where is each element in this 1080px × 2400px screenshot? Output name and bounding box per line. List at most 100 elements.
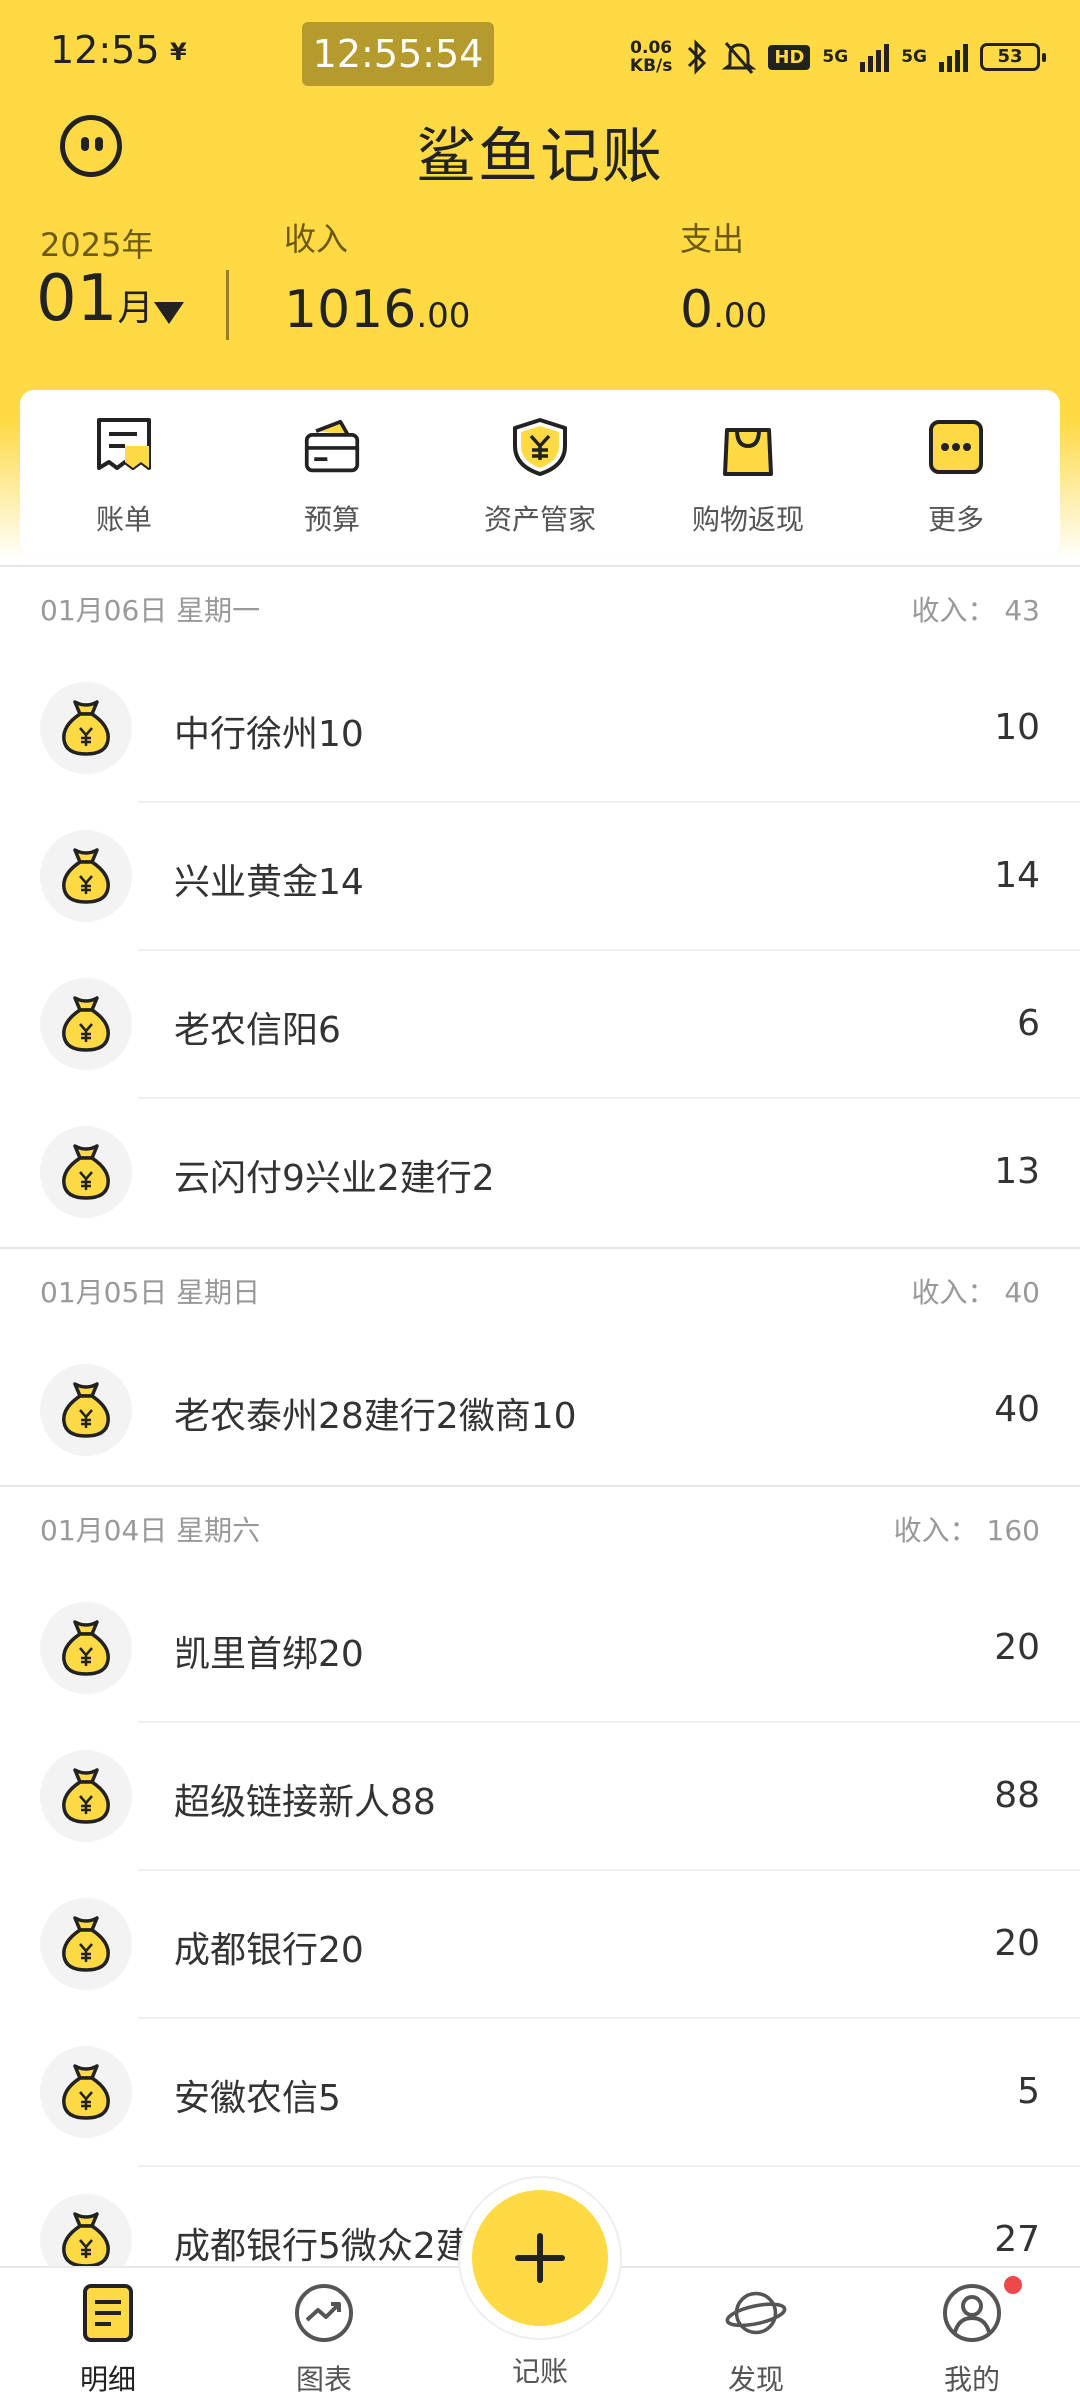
day-group-header: 01月05日 星期日 收入： 40 <box>0 1249 1080 1337</box>
transaction-row[interactable]: 安徽农信5 5 <box>0 2019 1080 2167</box>
transaction-row[interactable]: 中行徐州10 10 <box>0 655 1080 803</box>
transaction-amount: 40 <box>994 1389 1040 1430</box>
day-group-header: 01月04日 星期六 收入： 160 <box>0 1487 1080 1575</box>
transaction-row[interactable]: 老农信阳6 6 <box>0 951 1080 1099</box>
money-bag-icon <box>40 978 132 1070</box>
shortcut-label: 预算 <box>303 503 360 536</box>
tab-discover[interactable]: 发现 <box>676 2268 836 2398</box>
transaction-title: 云闪付9兴业2建行2 <box>174 1158 495 1199</box>
income-dec: .00 <box>416 296 471 336</box>
shopping-bag-icon <box>723 428 773 476</box>
money-bag-icon <box>40 1364 132 1456</box>
transaction-title: 老农泰州28建行2徽商10 <box>174 1396 577 1437</box>
details-list-icon <box>83 2284 133 2342</box>
planet-icon <box>725 2291 787 2335</box>
add-record-label: 记账 <box>511 2355 568 2388</box>
transaction-row[interactable]: 老农泰州28建行2徽商10 40 <box>0 1337 1080 1485</box>
status-icons: 0.06 KB/s HD 5G 5G 53 <box>630 32 1046 82</box>
transaction-amount: 6 <box>1017 1003 1040 1044</box>
more-icon <box>929 420 983 474</box>
shortcut-label: 账单 <box>95 503 152 536</box>
transaction-title: 安徽农信5 <box>174 2078 341 2119</box>
signal-2-icon <box>939 42 968 72</box>
transaction-amount: 5 <box>1017 2071 1040 2112</box>
notification-badge <box>1004 2276 1022 2294</box>
app-title: 鲨鱼记账 <box>416 122 664 192</box>
transaction-amount: 20 <box>994 1923 1040 1964</box>
transaction-list[interactable]: 01月06日 星期一 收入： 43 中行徐州10 10 兴业黄金14 14 老农… <box>0 565 1080 2315</box>
battery-icon: 53 <box>980 43 1046 71</box>
transaction-title: 成都银行5微众2建 <box>174 2226 472 2267</box>
network-speed: 0.06 KB/s <box>630 39 672 75</box>
transaction-amount: 10 <box>994 707 1040 748</box>
day-group-header: 01月06日 星期一 收入： 43 <box>0 567 1080 655</box>
money-bag-icon <box>40 1898 132 1990</box>
money-bag-icon <box>40 1126 132 1218</box>
network-type-1: 5G <box>822 47 849 67</box>
transaction-title: 兴业黄金14 <box>174 862 364 903</box>
money-bag-icon <box>40 2046 132 2138</box>
day-income-summary: 收入： 160 <box>893 1514 1040 1547</box>
transaction-title: 凯里首绑20 <box>174 1634 364 1675</box>
network-speed-value: 0.06 <box>630 38 673 58</box>
day-date: 01月04日 星期六 <box>40 1514 261 1547</box>
expense-value: 0.00 <box>680 280 767 340</box>
add-record-button[interactable] <box>472 2190 608 2326</box>
year-label[interactable]: 2025年 <box>40 220 153 266</box>
tab-profile[interactable]: 我的 <box>892 2268 1052 2398</box>
tab-charts[interactable]: 图表 <box>244 2268 404 2398</box>
shortcut-label: 更多 <box>927 503 984 536</box>
transaction-amount: 13 <box>994 1151 1040 1192</box>
transaction-row[interactable]: 云闪付9兴业2建行2 13 <box>0 1099 1080 1247</box>
status-time: 12:55 <box>50 28 160 72</box>
chart-trend-icon <box>295 2284 353 2342</box>
transaction-title: 成都银行20 <box>174 1930 364 1971</box>
shortcut-budget[interactable]: 预算 <box>228 390 436 556</box>
day-date: 01月05日 星期日 <box>40 1276 261 1309</box>
month-suffix: 月 <box>117 288 154 329</box>
tab-label: 图表 <box>295 2363 352 2396</box>
day-income-summary: 收入： 40 <box>911 1276 1040 1309</box>
transaction-row[interactable]: 成都银行20 20 <box>0 1871 1080 2019</box>
day-group: 01月06日 星期一 收入： 43 中行徐州10 10 兴业黄金14 14 老农… <box>0 565 1080 1247</box>
money-bag-icon <box>40 830 132 922</box>
shortcut-assets[interactable]: 资产管家 <box>436 390 644 556</box>
shortcut-cashback[interactable]: 购物返现 <box>644 390 852 556</box>
transaction-row[interactable]: 兴业黄金14 14 <box>0 803 1080 951</box>
transaction-amount: 27 <box>994 2219 1040 2260</box>
month-selector[interactable]: 01月 <box>36 262 153 336</box>
transaction-amount: 14 <box>994 855 1040 896</box>
transaction-amount: 20 <box>994 1627 1040 1668</box>
expense-label: 支出 <box>680 220 745 258</box>
shield-yen-icon <box>513 418 567 476</box>
transaction-amount: 88 <box>994 1775 1040 1816</box>
caret-down-icon[interactable] <box>154 302 184 324</box>
bill-icon <box>97 418 151 470</box>
wallet-icon <box>304 419 360 473</box>
day-date: 01月06日 星期一 <box>40 594 261 627</box>
tab-label: 明细 <box>79 2363 136 2396</box>
shortcut-bill[interactable]: 账单 <box>20 390 228 556</box>
income-int: 1016 <box>284 280 417 340</box>
yen-notification-icon: ¥ <box>170 38 187 66</box>
clock-overlay: 12:55:54 <box>302 22 494 86</box>
bell-muted-icon <box>722 42 757 74</box>
transaction-row[interactable]: 超级链接新人88 88 <box>0 1723 1080 1871</box>
network-type-2: 5G <box>901 47 927 67</box>
shortcut-label: 购物返现 <box>691 503 804 536</box>
income-label: 收入 <box>284 220 349 258</box>
tab-label: 发现 <box>727 2363 784 2396</box>
header-divider <box>226 270 229 340</box>
user-icon <box>943 2284 1001 2342</box>
expense-int: 0 <box>680 280 714 340</box>
tab-details[interactable]: 明细 <box>28 2268 188 2398</box>
header: 12:55 ¥ 12:55:54 0.06 KB/s HD 5G 5G 53 鲨… <box>0 0 1080 560</box>
shortcut-label: 资产管家 <box>483 503 596 536</box>
money-bag-icon <box>40 1750 132 1842</box>
transaction-title: 超级链接新人88 <box>174 1782 436 1823</box>
transaction-row[interactable]: 凯里首绑20 20 <box>0 1575 1080 1723</box>
network-speed-unit: KB/s <box>629 56 673 76</box>
income-value: 1016.00 <box>284 280 470 340</box>
money-bag-icon <box>40 1602 132 1694</box>
shortcut-more[interactable]: 更多 <box>852 390 1060 556</box>
